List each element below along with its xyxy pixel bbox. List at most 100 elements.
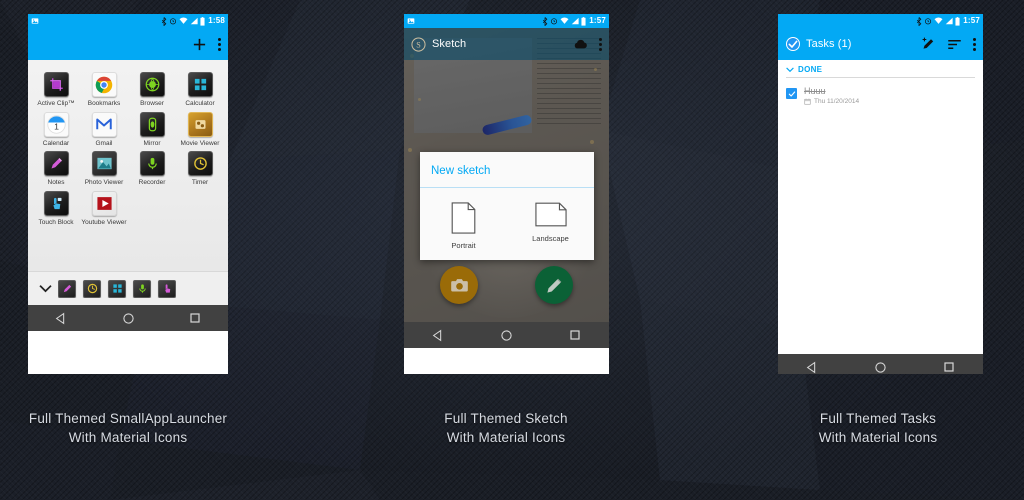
app-bar-actions <box>192 37 221 52</box>
app-label: Youtube Viewer <box>81 218 127 226</box>
overflow-menu-icon[interactable] <box>218 37 221 51</box>
sketch-canvas-area: S Sketch New sketch Portrait Landscape <box>404 28 609 322</box>
chevron-down-icon <box>38 284 52 292</box>
app-item-touch-block[interactable]: Touch Block <box>32 190 80 227</box>
task-checkbox[interactable] <box>786 88 797 99</box>
bluetooth-icon <box>543 16 548 26</box>
status-bar-clock: 1:58 <box>208 16 225 25</box>
dialog-option-portrait[interactable]: Portrait <box>420 202 507 250</box>
dock-item-recorder[interactable] <box>133 279 151 298</box>
task-row[interactable]: Huuu Thu 11/20/2014 <box>778 84 983 107</box>
signal-icon <box>571 17 579 25</box>
phone-tasks: 1:57 Tasks (1) DONE Huuu Thu 11/20/2014 <box>778 14 983 374</box>
home-icon[interactable] <box>874 361 887 374</box>
wifi-icon <box>179 17 188 24</box>
app-item-calculator[interactable]: Calculator <box>176 72 224 108</box>
caption-line-2: With Material Icons <box>68 430 188 445</box>
svg-text:S: S <box>416 40 421 49</box>
notes-icon <box>43 151 69 176</box>
browser-icon <box>139 72 165 97</box>
alarm-icon <box>170 18 177 25</box>
sort-icon[interactable] <box>947 38 962 51</box>
dock-item-notes[interactable] <box>58 279 76 298</box>
app-bar-title: Sketch <box>432 38 467 50</box>
app-item-mirror[interactable]: Mirror <box>128 111 176 148</box>
task-content: Huuu Thu 11/20/2014 <box>804 86 859 105</box>
signal-icon <box>945 17 953 25</box>
draw-fab[interactable] <box>535 266 573 304</box>
status-bar-clock: 1:57 <box>589 16 606 25</box>
back-icon[interactable] <box>806 361 819 374</box>
app-item-notes[interactable]: Notes <box>32 151 80 187</box>
app-item-browser[interactable]: Browser <box>128 72 176 108</box>
app-label: Touch Block <box>38 218 74 226</box>
add-task-icon[interactable] <box>921 37 936 52</box>
app-item-recorder[interactable]: Recorder <box>128 151 176 187</box>
app-label: Recorder <box>138 179 166 186</box>
timer-icon <box>87 283 97 294</box>
dock-item-calculator[interactable] <box>108 279 126 298</box>
app-item-movie-viewer[interactable]: Movie Viewer <box>176 111 224 148</box>
cloud-icon[interactable] <box>573 38 588 50</box>
camera-fab[interactable] <box>440 266 478 304</box>
svg-text:1: 1 <box>54 121 59 131</box>
app-item-calendar[interactable]: 1 Calendar <box>32 111 80 148</box>
back-icon[interactable] <box>55 312 68 325</box>
app-bar-actions <box>921 37 976 52</box>
app-label: Timer <box>191 179 209 186</box>
timer-icon <box>187 151 213 176</box>
screenshot-stage: 1:58 Active Clip™ Bookmarks Browser Calc… <box>0 0 1024 500</box>
status-bar: 1:57 <box>778 14 983 28</box>
add-icon[interactable] <box>192 37 207 52</box>
youtube-icon <box>91 190 117 216</box>
status-bar-notifications <box>31 17 39 25</box>
recents-icon[interactable] <box>569 329 581 341</box>
app-item-timer[interactable]: Timer <box>176 151 224 187</box>
wifi-icon <box>934 17 943 24</box>
back-icon[interactable] <box>432 329 445 342</box>
dock-item-touch-block[interactable] <box>158 279 176 298</box>
dialog-title: New sketch <box>431 165 491 177</box>
app-item-youtube-viewer[interactable]: Youtube Viewer <box>80 190 128 227</box>
overflow-menu-icon[interactable] <box>973 37 976 51</box>
wifi-icon <box>560 17 569 24</box>
gmail-icon <box>91 111 117 137</box>
launcher-dock <box>28 271 228 305</box>
app-item-gmail[interactable]: Gmail <box>80 111 128 148</box>
home-icon[interactable] <box>500 329 513 342</box>
chevron-down-icon <box>786 67 794 72</box>
dialog-header: New sketch <box>420 152 594 188</box>
recorder-icon <box>139 151 165 176</box>
new-sketch-dialog: New sketch Portrait Landscape <box>420 152 594 260</box>
home-icon[interactable] <box>122 312 135 325</box>
tasks-list-area: DONE Huuu Thu 11/20/2014 <box>778 60 983 354</box>
app-bar-sketch: S Sketch <box>404 28 609 60</box>
launcher-app-grid-area: Active Clip™ Bookmarks Browser Calculato… <box>28 60 228 305</box>
mirror-icon <box>139 111 165 137</box>
app-bar-title: Tasks (1) <box>806 38 852 50</box>
recents-icon[interactable] <box>943 361 955 373</box>
recents-icon[interactable] <box>189 312 201 324</box>
app-item-active-clip[interactable]: Active Clip™ <box>32 72 80 108</box>
movie-viewer-icon <box>187 111 213 137</box>
section-header-done[interactable]: DONE <box>778 60 983 77</box>
overflow-menu-icon[interactable] <box>599 37 602 51</box>
dock-expand-button[interactable] <box>32 284 58 294</box>
section-label: DONE <box>798 65 823 74</box>
status-bar-clock: 1:57 <box>963 16 980 25</box>
dock-item-timer[interactable] <box>83 279 101 298</box>
dialog-option-landscape[interactable]: Landscape <box>507 202 594 250</box>
calendar-icon: 1 <box>43 111 69 137</box>
caption-sketch: Full Themed Sketch With Material Icons <box>378 409 634 447</box>
status-bar: 1:58 <box>28 14 228 28</box>
app-grid: Active Clip™ Bookmarks Browser Calculato… <box>28 60 228 226</box>
app-item-bookmarks[interactable]: Bookmarks <box>80 72 128 108</box>
app-label: Bookmarks <box>87 100 121 107</box>
app-label: Notes <box>47 179 65 186</box>
dialog-options: Portrait Landscape <box>420 188 594 260</box>
status-bar-system-icons: 1:58 <box>161 16 225 26</box>
image-icon <box>31 18 39 24</box>
check-icon <box>788 90 795 97</box>
calendar-icon <box>804 98 811 105</box>
app-item-photo-viewer[interactable]: Photo Viewer <box>80 151 128 187</box>
